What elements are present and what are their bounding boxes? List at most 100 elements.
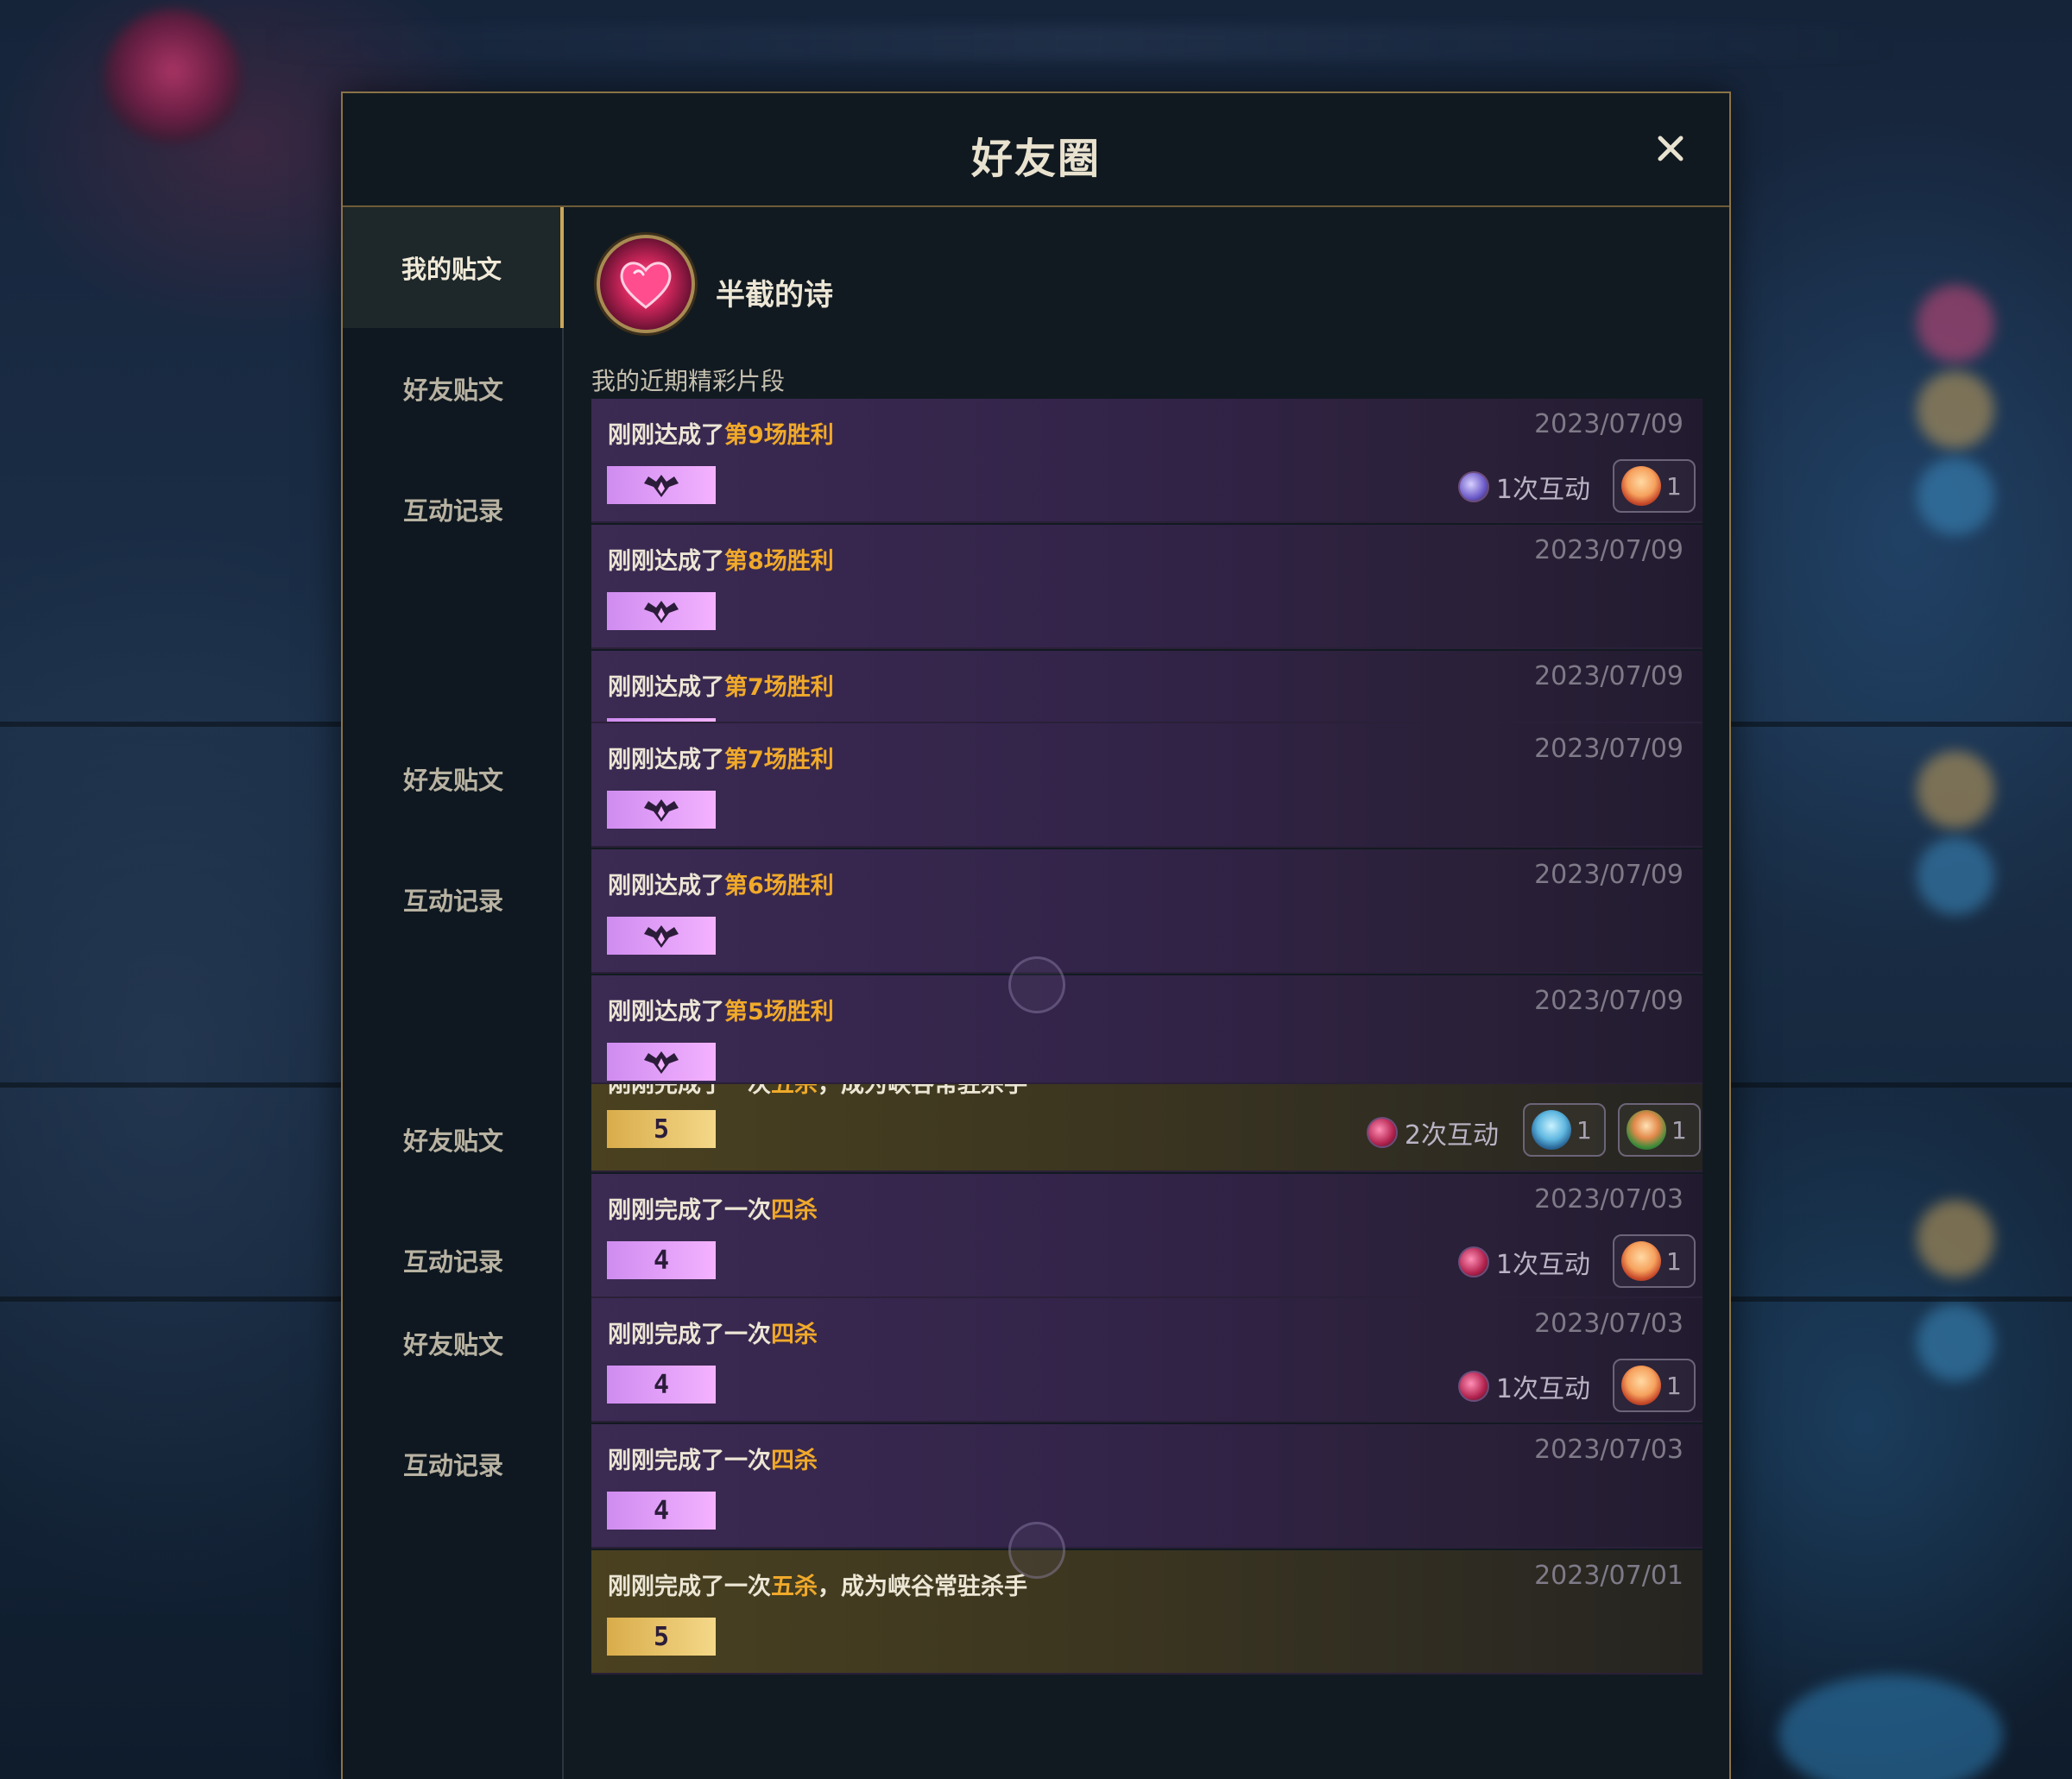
post-title: 刚刚达成了第8场胜利 — [608, 548, 834, 575]
post-card[interactable]: 刚刚达成了第8场胜利 2023/07/09 — [591, 525, 1702, 649]
reaction-count: 1 — [1666, 471, 1682, 501]
interaction-label: 1次互动 — [1495, 1250, 1590, 1280]
post-title: 刚刚达成了第9场胜利 — [608, 422, 834, 449]
sidebar-item-friend-posts[interactable]: 好友贴文 — [343, 718, 564, 839]
wings-icon — [644, 1051, 679, 1074]
post-card[interactable]: 刚刚完成了一次四杀 2023/07/03 4 — [591, 1424, 1702, 1549]
emote-face-icon — [1627, 1110, 1666, 1150]
post-title: 刚刚达成了第5场胜利 — [608, 999, 834, 1025]
post-card[interactable]: 刚刚达成了第7场胜利 2023/07/09 — [591, 651, 1702, 723]
reaction-count: 1 — [1671, 1115, 1687, 1145]
achievement-badge: 4 — [607, 1241, 716, 1279]
post-card[interactable]: 刚刚达成了第9场胜利 2023/07/09 1次互动 1 — [591, 399, 1702, 523]
post-date: 2023/07/09 — [1534, 661, 1684, 691]
sidebar-item-friend-posts[interactable]: 好友贴文 — [343, 328, 564, 449]
reaction-chip[interactable]: 1 — [1613, 459, 1696, 513]
post-card[interactable]: 刚刚完成了一次四杀 2023/07/03 4 1次互动 1 — [591, 1174, 1702, 1298]
sidebar-item-friend-posts[interactable]: 好友贴文 — [343, 1283, 564, 1404]
reaction-count: 1 — [1666, 1246, 1682, 1276]
post-date: 2023/07/03 — [1534, 1309, 1684, 1339]
profile-name: 半截的诗 — [716, 278, 833, 312]
post-card[interactable]: 刚刚完成了一次四杀 2023/07/03 4 1次互动 1 — [591, 1298, 1702, 1423]
profile-avatar[interactable] — [597, 235, 695, 333]
post-date: 2023/07/01 — [1534, 1561, 1684, 1591]
background-orb — [1917, 1303, 1994, 1381]
sidebar-item-my-posts[interactable]: 我的贴文 — [343, 207, 564, 328]
section-label: 我的近期精彩片段 — [591, 367, 786, 395]
post-card[interactable]: 刚刚达成了第6场胜利 2023/07/09 — [591, 849, 1702, 974]
post-date: 2023/07/09 — [1534, 409, 1684, 439]
reaction-chip[interactable]: 1 — [1523, 1103, 1606, 1157]
badge-number: 4 — [653, 1369, 670, 1400]
emote-face-icon — [1621, 1366, 1661, 1405]
post-card[interactable]: 刚刚达成了第5场胜利 2023/07/09 — [591, 975, 1702, 1084]
emote-face-icon — [1532, 1110, 1571, 1150]
sidebar-item-interaction-log[interactable]: 互动记录 — [343, 449, 564, 570]
loading-spinner-icon — [1008, 956, 1065, 1013]
reaction-chip[interactable]: 1 — [1613, 1234, 1696, 1288]
dialog-header: 好友圈 — [343, 93, 1729, 207]
post-title: 刚刚达成了第7场胜利 — [608, 674, 834, 701]
post-feed[interactable]: 刚刚达成了第9场胜利 2023/07/09 1次互动 1 刚刚达成了第8场胜利 … — [591, 399, 1702, 1676]
achievement-badge: 4 — [607, 1492, 716, 1530]
sidebar-item-interaction-log[interactable]: 互动记录 — [343, 839, 564, 960]
emote-face-icon — [1621, 466, 1661, 506]
sidebar-nav: 我的贴文 好友贴文 互动记录 好友贴文 互动记录 好友贴文 互动记录 好友贴文 … — [343, 207, 564, 1779]
interaction-avatar-icon — [1457, 1371, 1489, 1402]
interaction-avatar-icon — [1457, 471, 1489, 502]
achievement-badge: 4 — [607, 1366, 716, 1404]
wings-icon — [644, 925, 679, 948]
post-card[interactable]: 刚刚达成了第7场胜利 2023/07/09 — [591, 723, 1702, 848]
dialog-title: 好友圈 — [970, 135, 1101, 183]
post-card[interactable]: 刚刚完成了一次五杀，成为峡谷常驻杀手 5 2次互动 1 1 — [591, 1084, 1702, 1172]
interaction-avatar-icon — [1366, 1117, 1398, 1148]
interaction-count[interactable]: 1次互动 — [1457, 1367, 1590, 1405]
post-date: 2023/07/03 — [1534, 1184, 1684, 1214]
badge-number: 5 — [653, 1621, 670, 1652]
reaction-chip[interactable]: 1 — [1618, 1103, 1701, 1157]
background-top-bar — [259, 26, 1899, 60]
achievement-badge — [607, 917, 716, 955]
close-button[interactable] — [1652, 129, 1690, 167]
interaction-avatar-icon — [1457, 1246, 1489, 1277]
wings-icon — [644, 601, 679, 623]
background-orb — [1917, 457, 1994, 535]
background-orb — [1917, 285, 1994, 363]
achievement-badge — [607, 1043, 716, 1081]
post-title: 刚刚完成了一次四杀 — [608, 1197, 818, 1224]
sidebar-item-interaction-log[interactable]: 互动记录 — [343, 1404, 564, 1524]
background-orb — [1917, 837, 1994, 915]
post-date: 2023/07/09 — [1534, 986, 1684, 1016]
background-orb — [1917, 1200, 1994, 1277]
reaction-chip[interactable]: 1 — [1613, 1359, 1696, 1412]
interaction-label: 1次互动 — [1495, 475, 1590, 505]
loading-spinner-icon — [1008, 1522, 1065, 1579]
post-title: 刚刚完成了一次五杀，成为峡谷常驻杀手 — [608, 1084, 1027, 1098]
post-date: 2023/07/09 — [1534, 535, 1684, 565]
post-date: 2023/07/09 — [1534, 734, 1684, 764]
close-icon — [1658, 136, 1684, 161]
post-date: 2023/07/03 — [1534, 1435, 1684, 1465]
friends-circle-dialog: 好友圈 我的贴文 好友贴文 互动记录 好友贴文 互动记录 好友贴文 互动记录 好… — [341, 91, 1731, 1779]
badge-number: 4 — [653, 1245, 670, 1276]
post-title: 刚刚完成了一次四杀 — [608, 1448, 818, 1474]
interaction-count[interactable]: 2次互动 — [1366, 1113, 1499, 1151]
heart-emblem-icon — [620, 262, 672, 309]
sidebar-item-friend-posts[interactable]: 好友贴文 — [343, 1079, 564, 1200]
achievement-badge: 5 — [607, 1618, 716, 1656]
badge-number: 5 — [653, 1113, 670, 1145]
post-date: 2023/07/09 — [1534, 860, 1684, 890]
interaction-label: 2次互动 — [1404, 1120, 1499, 1151]
wings-icon — [644, 799, 679, 822]
wings-icon — [644, 475, 679, 497]
reaction-count: 1 — [1666, 1371, 1682, 1400]
achievement-badge: 5 — [607, 1110, 716, 1148]
interaction-count[interactable]: 1次互动 — [1457, 468, 1590, 506]
post-title: 刚刚达成了第6场胜利 — [608, 873, 834, 899]
reaction-count: 1 — [1576, 1115, 1592, 1145]
background-orb — [1917, 751, 1994, 829]
post-card[interactable]: 刚刚完成了一次五杀，成为峡谷常驻杀手 2023/07/01 5 — [591, 1550, 1702, 1675]
background-emblem — [104, 9, 242, 147]
interaction-count[interactable]: 1次互动 — [1457, 1243, 1590, 1281]
post-title: 刚刚达成了第7场胜利 — [608, 747, 834, 773]
